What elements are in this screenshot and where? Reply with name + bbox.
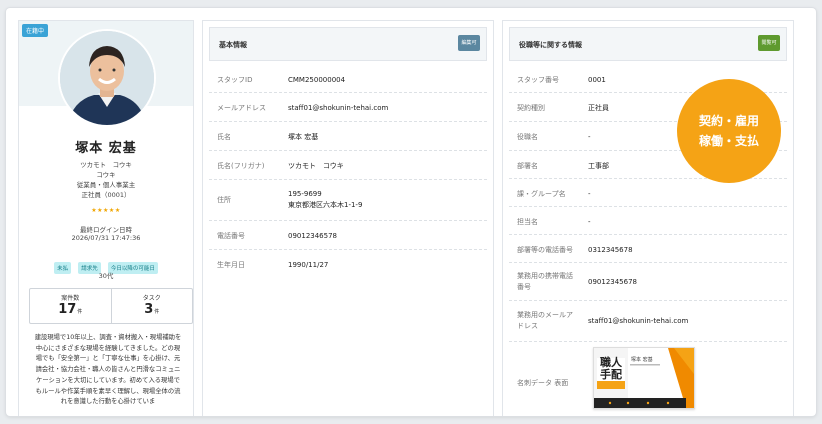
row-value: ツカモト コウキ — [288, 162, 344, 170]
avatar-photo-icon — [60, 31, 154, 125]
info-row-phone: 電話番号 09012346578 — [209, 221, 487, 250]
role-info-title: 役職等に関する情報 — [519, 41, 582, 49]
staff-nickname: コウキ — [96, 171, 116, 179]
row-value: staff01@shokunin-tehai.com — [288, 104, 389, 112]
stat-unit: 件 — [77, 309, 83, 315]
business-card-image[interactable]: 職人 手配 塚本 宏基 — [593, 347, 695, 409]
staff-name: 塚本 宏基 — [75, 141, 137, 156]
staff-kana: ツカモト コウキ — [80, 161, 132, 169]
row-label: 電話番号 — [217, 232, 245, 240]
row-label: 名刺データ 表面 — [517, 379, 569, 387]
row-label: 生年月日 — [217, 261, 245, 269]
row-value: - — [588, 190, 591, 198]
info-row-dept-phone: 部署等の電話番号 0312345678 — [509, 235, 787, 263]
profile-bio: 建設現場で10年以上、調査・資材搬入・現場補助を中心にさまざまな現場を経験してき… — [34, 334, 182, 406]
row-value: 195-9699 — [288, 190, 322, 198]
status-badge: 在籍中 — [22, 24, 49, 37]
stat-unit: 件 — [154, 309, 160, 315]
row-label: 住所 — [217, 196, 231, 204]
info-row-group: 課・グループ名 - — [509, 179, 787, 207]
info-row-staff-id: スタッフID CMM250000004 — [209, 65, 487, 93]
row-value: 1990/11/27 — [288, 261, 329, 269]
row-label: 課・グループ名 — [517, 190, 566, 198]
app-window: 在籍中 塚本 宏基 ツカモト コウキ コウキ 従業員・個人事業主 正社員（000… — [6, 8, 816, 416]
last-login-label: 最終ログイン日時 — [80, 226, 132, 234]
profile-card: 在籍中 塚本 宏基 ツカモト コウキ コウキ 従業員・個人事業主 正社員（000… — [18, 20, 194, 416]
avatar — [58, 29, 156, 127]
stat-label: 案件数 — [61, 295, 80, 302]
row-label: スタッフ番号 — [517, 76, 559, 84]
row-label: 業務用の携帯電話 — [517, 272, 573, 280]
row-label: 氏名 — [217, 133, 231, 141]
row-value: 09012345678 — [588, 278, 637, 286]
basic-info-card: 基本情報 編集可 スタッフID CMM250000004 メールアドレス sta… — [202, 20, 494, 416]
row-value: 工事部 — [588, 162, 609, 170]
row-label: 契約種別 — [517, 104, 545, 112]
row-value: 0001 — [588, 76, 606, 84]
info-row-name: 氏名 塚本 宏基 — [209, 122, 487, 151]
view-button[interactable]: 閲覧可 — [758, 35, 780, 51]
row-value: CMM250000004 — [288, 76, 346, 84]
basic-info-title: 基本情報 — [219, 41, 247, 49]
row-label: スタッフID — [217, 76, 253, 84]
row-value: - — [588, 133, 591, 141]
age-group: 30代 — [98, 272, 114, 280]
role-info-header: 役職等に関する情報 閲覧可 — [509, 27, 787, 61]
row-value-line2: 東京都港区六本木1-1-9 — [288, 201, 363, 209]
row-value: staff01@shokunin-tehai.com — [588, 317, 689, 325]
stat-value: 17 — [58, 302, 77, 317]
contract-badge-circle: 契約・雇用 稼働・支払 — [677, 79, 781, 183]
row-label: 氏名(フリガナ) — [217, 162, 265, 170]
row-label-line2: 番号 — [517, 283, 531, 291]
basic-info-header: 基本情報 編集可 — [209, 27, 487, 61]
info-row-contact-person: 担当名 - — [509, 207, 787, 235]
row-value: - — [588, 218, 591, 226]
staff-type: 正社員（0001） — [81, 191, 131, 199]
row-value: 09012346578 — [288, 232, 337, 240]
info-row-work-mobile: 業務用の携帯電話 番号 09012345678 — [509, 263, 787, 301]
row-label: 部署等の電話番号 — [517, 246, 573, 254]
business-card-logo-bottom: 手配 — [600, 368, 622, 381]
info-row-email: メールアドレス staff01@shokunin-tehai.com — [209, 93, 487, 122]
stats-box: 案件数 17件 タスク 3件 — [29, 288, 193, 324]
circle-line2: 稼働・支払 — [698, 134, 759, 148]
info-row-address: 住所 195-9699 東京都港区六本木1-1-9 — [209, 180, 487, 221]
row-label: 担当名 — [517, 218, 538, 226]
last-login-value: 2026/07/31 17:47:36 — [71, 234, 141, 242]
circle-line1: 契約・雇用 — [698, 114, 759, 128]
row-label-line2: ドレス — [517, 322, 538, 330]
role-info-card: 役職等に関する情報 閲覧可 スタッフ番号 0001 契約種別 正社員 役職名 -… — [502, 20, 794, 416]
staff-role: 従業員・個人事業主 — [76, 181, 136, 189]
row-label: メールアドレス — [217, 104, 266, 112]
row-value: 塚本 宏基 — [288, 133, 319, 141]
info-row-birthday: 生年月日 1990/11/27 — [209, 250, 487, 276]
info-row-work-email: 業務用のメールア ドレス staff01@shokunin-tehai.com — [509, 301, 787, 342]
edit-button[interactable]: 編集可 — [458, 35, 480, 51]
row-label: 役職名 — [517, 133, 538, 141]
project-count-stat[interactable]: 案件数 17件 — [30, 289, 111, 323]
row-value: 正社員 — [588, 104, 609, 112]
stat-value: 3 — [144, 302, 154, 317]
row-label: 部署名 — [517, 162, 538, 170]
stat-label: タスク — [142, 295, 161, 302]
rating-stars: ★★★★★ — [91, 207, 121, 214]
info-row-kana: 氏名(フリガナ) ツカモト コウキ — [209, 151, 487, 180]
row-label: 業務用のメールア — [517, 311, 573, 319]
task-count-stat[interactable]: タスク 3件 — [110, 289, 193, 323]
row-value: 0312345678 — [588, 246, 633, 254]
business-card-person: 塚本 宏基 — [631, 357, 653, 363]
